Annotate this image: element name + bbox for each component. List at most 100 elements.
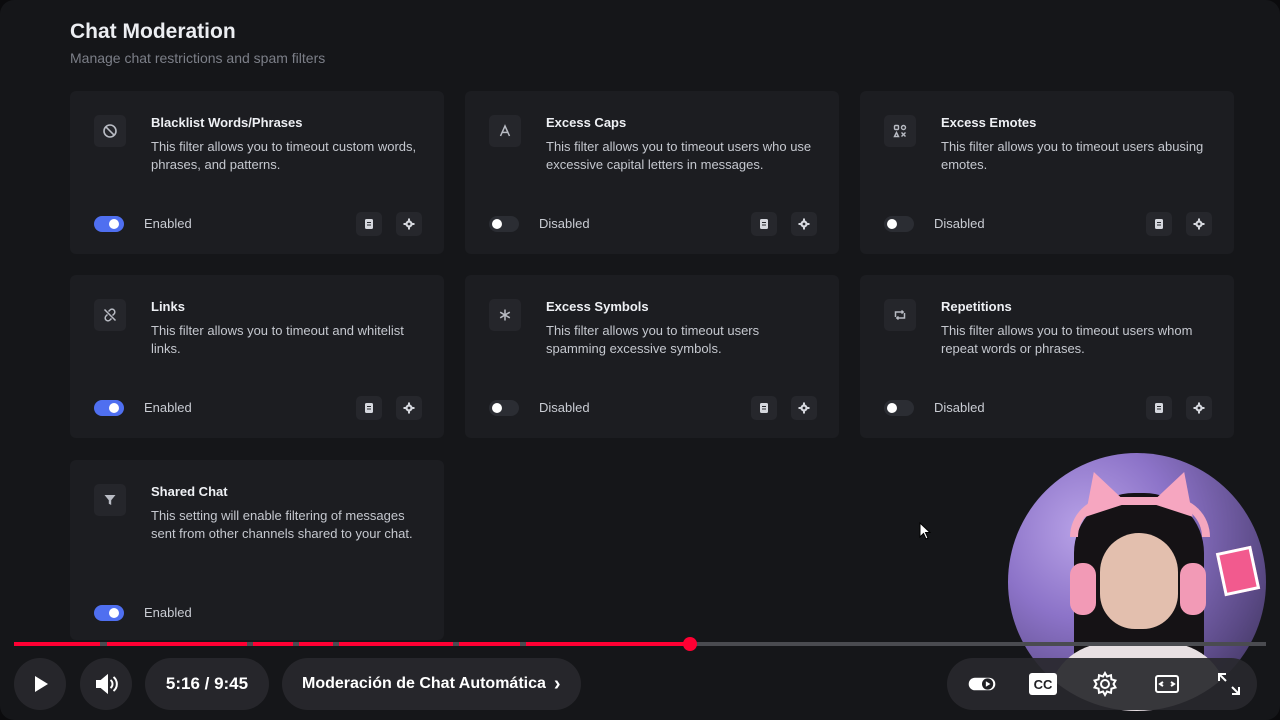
page-subtitle: Manage chat restrictions and spam filter… — [70, 50, 326, 66]
progress-played — [14, 642, 690, 646]
caps-icon — [489, 115, 521, 147]
settings-button[interactable] — [1186, 396, 1212, 420]
document-icon — [1155, 219, 1163, 229]
volume-button[interactable] — [80, 658, 132, 710]
time-display: 5:16 / 9:45 — [145, 658, 269, 710]
document-button[interactable] — [356, 212, 382, 236]
toggle-knob — [492, 403, 502, 413]
settings-button[interactable] — [791, 212, 817, 236]
progress-bar[interactable] — [14, 637, 1266, 651]
settings-button[interactable] — [396, 212, 422, 236]
card-excess-symbols: Excess Symbols This filter allows you to… — [465, 275, 839, 438]
enable-toggle[interactable] — [94, 216, 124, 232]
chapter-segment — [526, 642, 690, 646]
card-description: This filter allows you to timeout users … — [941, 323, 1193, 356]
theater-mode-icon — [1155, 675, 1179, 693]
enable-toggle[interactable] — [94, 605, 124, 621]
gear-icon — [798, 218, 810, 230]
document-button[interactable] — [751, 396, 777, 420]
cc-icon: CC — [1029, 673, 1057, 695]
asterisk-icon — [489, 299, 521, 331]
enable-toggle[interactable] — [884, 400, 914, 416]
card-excess-caps: Excess Caps This filter allows you to ti… — [465, 91, 839, 254]
card-footer: Enabled — [94, 601, 422, 625]
page-title: Chat Moderation — [70, 20, 236, 43]
fullscreen-button[interactable] — [1211, 666, 1247, 702]
card-description: This filter allows you to timeout users … — [941, 139, 1204, 172]
gear-icon — [403, 218, 415, 230]
card-blacklist-words: Blacklist Words/Phrases This filter allo… — [70, 91, 444, 254]
card-title: Shared Chat — [151, 484, 228, 499]
mouse-cursor-icon — [919, 522, 931, 540]
document-button[interactable] — [1146, 396, 1172, 420]
document-button[interactable] — [1146, 212, 1172, 236]
autoplay-icon — [968, 677, 996, 691]
toggle-knob — [887, 403, 897, 413]
enable-toggle[interactable] — [489, 216, 519, 232]
settings-button[interactable] — [1186, 212, 1212, 236]
headset-cup-left — [1070, 563, 1096, 615]
card-footer: Disabled — [489, 212, 817, 236]
chapter-segment — [253, 642, 293, 646]
card-footer: Disabled — [884, 396, 1212, 420]
volume-icon — [96, 673, 118, 695]
card-title: Repetitions — [941, 299, 1012, 314]
captions-button[interactable]: CC — [1025, 666, 1061, 702]
card-title: Links — [151, 299, 185, 314]
status-label: Enabled — [144, 216, 192, 231]
gear-icon — [798, 402, 810, 414]
fullscreen-icon — [1218, 673, 1240, 695]
chapter-button[interactable]: Moderación de Chat Automática › — [282, 658, 581, 710]
card-excess-emotes: Excess Emotes This filter allows you to … — [860, 91, 1234, 254]
document-icon — [1155, 403, 1163, 413]
status-label: Disabled — [539, 400, 590, 415]
card-shared-chat: Shared Chat This setting will enable fil… — [70, 460, 444, 640]
toggle-knob — [109, 608, 119, 618]
status-label: Disabled — [934, 400, 985, 415]
gear-icon — [1193, 218, 1205, 230]
theater-mode-button[interactable] — [1149, 666, 1185, 702]
status-label: Enabled — [144, 400, 192, 415]
status-label: Disabled — [539, 216, 590, 231]
emotes-icon — [884, 115, 916, 147]
card-footer: Disabled — [884, 212, 1212, 236]
chapter-title: Moderación de Chat Automática — [302, 675, 546, 692]
filter-icon — [94, 484, 126, 516]
scrubber-handle[interactable] — [683, 637, 697, 651]
chapter-segment — [459, 642, 520, 646]
play-icon — [35, 676, 48, 692]
card-links: Links This filter allows you to timeout … — [70, 275, 444, 438]
card-footer: Disabled — [489, 396, 817, 420]
card-description: This filter allows you to timeout users … — [546, 139, 812, 172]
status-label: Disabled — [934, 216, 985, 231]
toggle-knob — [492, 219, 502, 229]
document-icon — [760, 403, 768, 413]
gear-icon — [403, 402, 415, 414]
card-title: Excess Emotes — [941, 115, 1037, 130]
autoplay-toggle[interactable] — [962, 666, 1002, 702]
headset-cup-right — [1180, 563, 1206, 615]
repeat-icon — [884, 299, 916, 331]
gear-icon — [1093, 670, 1117, 698]
card-description: This filter allows you to timeout users … — [546, 323, 760, 356]
play-button[interactable] — [14, 658, 66, 710]
chapter-segment — [107, 642, 247, 646]
card-description: This setting will enable filtering of me… — [151, 508, 413, 541]
document-button[interactable] — [356, 396, 382, 420]
settings-button[interactable] — [791, 396, 817, 420]
document-icon — [365, 403, 373, 413]
status-label: Enabled — [144, 605, 192, 620]
card-repetitions: Repetitions This filter allows you to ti… — [860, 275, 1234, 438]
toggle-knob — [887, 219, 897, 229]
enable-toggle[interactable] — [884, 216, 914, 232]
card-title: Blacklist Words/Phrases — [151, 115, 303, 130]
enable-toggle[interactable] — [489, 400, 519, 416]
settings-button[interactable] — [396, 396, 422, 420]
chapter-segment — [14, 642, 100, 646]
document-icon — [760, 219, 768, 229]
settings-gear-button[interactable] — [1087, 666, 1123, 702]
block-icon — [94, 115, 126, 147]
document-button[interactable] — [751, 212, 777, 236]
toggle-knob — [109, 219, 119, 229]
enable-toggle[interactable] — [94, 400, 124, 416]
